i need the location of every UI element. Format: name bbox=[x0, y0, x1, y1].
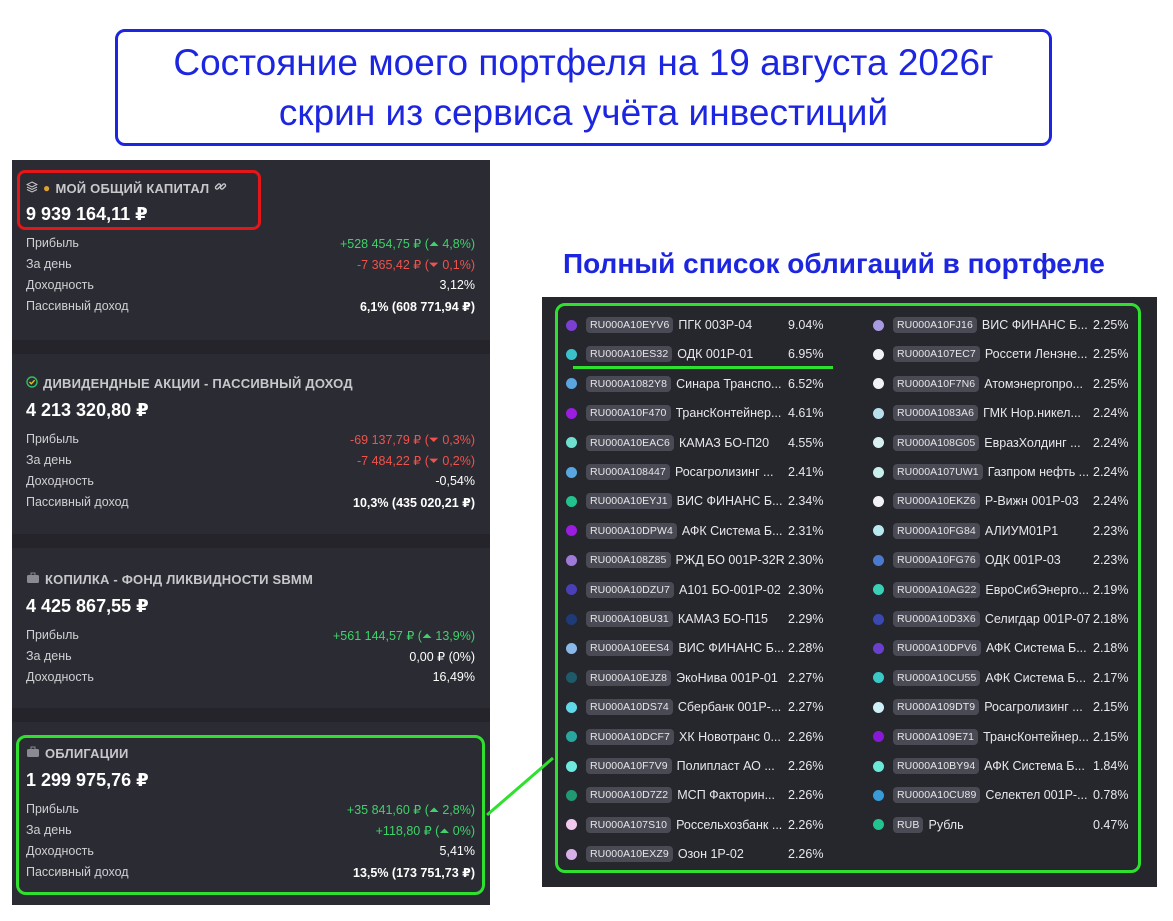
connector-arrow-line bbox=[486, 756, 554, 817]
connector-line bbox=[486, 756, 554, 817]
